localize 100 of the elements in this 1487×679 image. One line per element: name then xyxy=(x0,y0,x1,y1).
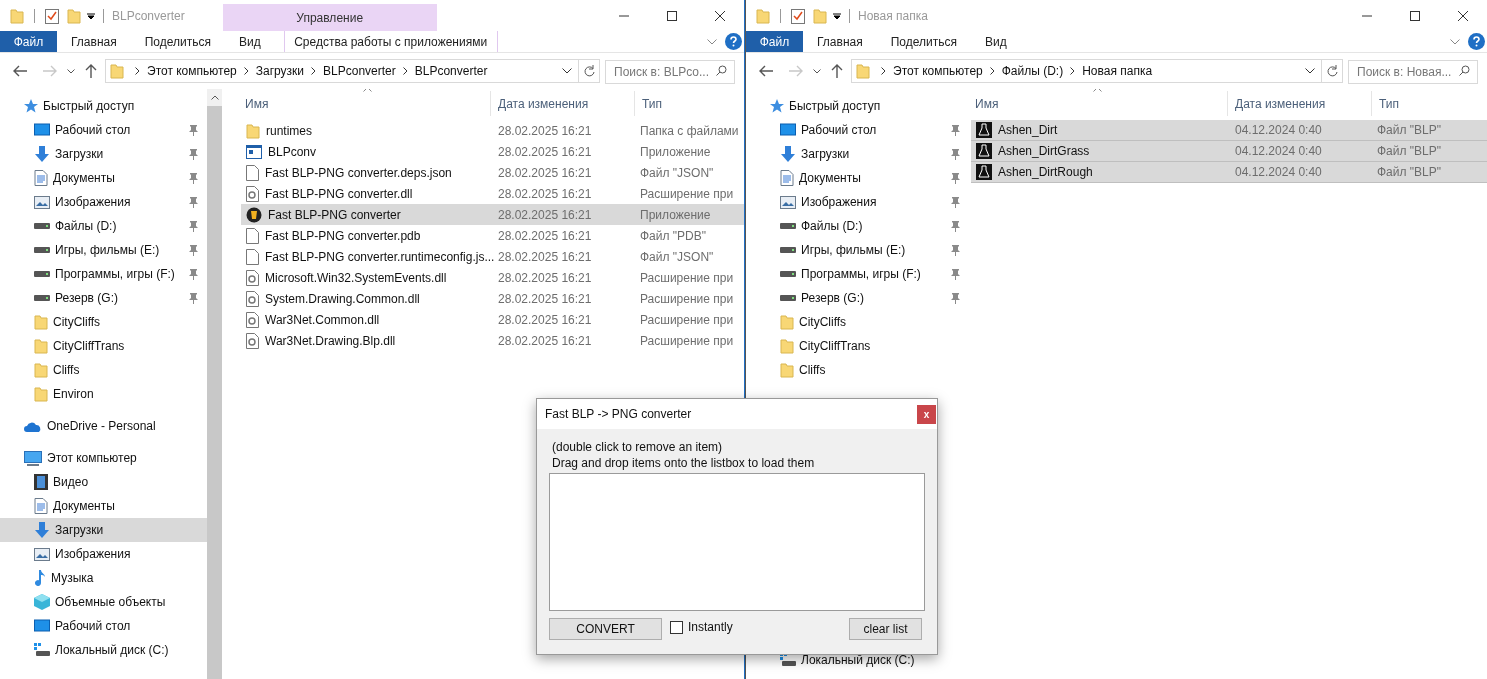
chevron-down-icon[interactable] xyxy=(813,68,821,74)
file-row[interactable]: Ashen_DirtRough 04.12.2024 0:40 Файл "BLP" xyxy=(971,162,1487,183)
address-bar[interactable]: Этот компьютер Файлы (D:) Новая папка xyxy=(851,59,1322,83)
sidebar-item[interactable]: Быстрый доступ xyxy=(0,94,207,118)
maximize-icon[interactable] xyxy=(1409,9,1421,22)
ribbon-tab[interactable]: Вид xyxy=(970,31,1021,52)
sidebar-item[interactable]: Программы, игры (F:) xyxy=(746,262,969,286)
sidebar-item[interactable]: Музыка xyxy=(0,566,207,590)
sidebar-item[interactable]: Быстрый доступ xyxy=(746,94,969,118)
sidebar-item[interactable]: Игры, фильмы (E:) xyxy=(746,238,969,262)
chevron-down-icon[interactable] xyxy=(562,68,572,74)
ribbon-tab[interactable]: Средства работы с приложениями xyxy=(283,31,498,52)
sidebar-item[interactable]: Рабочий стол xyxy=(0,614,207,638)
help-icon[interactable] xyxy=(725,33,742,50)
sidebar-item[interactable]: CityCliffs xyxy=(746,310,969,334)
help-icon[interactable] xyxy=(1468,33,1485,50)
music-note-icon xyxy=(34,570,46,586)
back-arrow-icon[interactable] xyxy=(13,65,27,77)
breadcrumb-item[interactable]: Файлы (D:) xyxy=(1001,62,1064,80)
breadcrumb-item[interactable]: BLPconverter xyxy=(414,62,488,80)
sidebar-item[interactable]: Изображения xyxy=(0,190,207,214)
sidebar-item[interactable]: Игры, фильмы (E:) xyxy=(0,238,207,262)
file-row[interactable]: Fast BLP-PNG converter.runtimeconfig.js... 28.02.2025 16:21 Файл "JSON" xyxy=(241,246,744,267)
file-row[interactable]: Fast BLP-PNG converter.deps.json 28.02.2025 16:21 Файл "JSON" xyxy=(241,162,744,183)
sidebar-item[interactable]: Файлы (D:) xyxy=(746,214,969,238)
column-header[interactable]: Имя xyxy=(241,91,491,116)
column-header[interactable]: Дата изменения xyxy=(491,91,635,116)
back-arrow-icon[interactable] xyxy=(759,65,773,77)
convert-button[interactable]: CONVERT xyxy=(549,618,662,640)
sidebar-item[interactable]: CityCliffs xyxy=(0,310,207,334)
sidebar-item[interactable]: Видео xyxy=(0,470,207,494)
file-row[interactable]: Ashen_Dirt 04.12.2024 0:40 Файл "BLP" xyxy=(971,120,1487,141)
ribbon-tab[interactable]: Вид xyxy=(224,31,275,52)
sidebar-item[interactable]: CityCliffTrans xyxy=(746,334,969,358)
file-row[interactable]: runtimes 28.02.2025 16:21 Папка с файлами xyxy=(241,120,744,141)
search-field[interactable]: Поиск в: BLPco... xyxy=(605,60,735,84)
ribbon-tab[interactable]: Поделиться xyxy=(876,31,971,52)
up-arrow-icon[interactable] xyxy=(831,64,843,78)
scroll-up-icon[interactable] xyxy=(210,95,219,100)
sidebar-item[interactable]: Рабочий стол xyxy=(0,118,207,142)
sidebar-item[interactable]: Документы xyxy=(0,494,207,518)
sidebar-item[interactable]: Документы xyxy=(0,166,207,190)
chevron-down-icon[interactable] xyxy=(67,68,75,74)
sidebar-item[interactable]: Загрузки xyxy=(0,142,207,166)
up-arrow-icon[interactable] xyxy=(85,64,97,78)
sidebar-item[interactable]: Рабочий стол xyxy=(746,118,969,142)
breadcrumb-item[interactable]: BLPconverter xyxy=(323,62,396,80)
properties-icon[interactable] xyxy=(45,7,59,24)
file-row[interactable]: Fast BLP-PNG converter.pdb 28.02.2025 16:21 Файл "PDB" xyxy=(241,225,744,246)
breadcrumb-item[interactable]: Новая папка xyxy=(1082,62,1153,80)
file-row[interactable]: System.Drawing.Common.dll 28.02.2025 16:21 Расширение при xyxy=(241,288,744,309)
file-row[interactable]: Fast BLP-PNG converter 28.02.2025 16:21 Приложение xyxy=(241,204,744,225)
sidebar-item[interactable]: Cliffs xyxy=(746,358,969,382)
sidebar-item[interactable]: Этот компьютер xyxy=(0,446,207,470)
sidebar-item[interactable]: Файлы (D:) xyxy=(0,214,207,238)
close-icon[interactable] xyxy=(714,9,726,22)
chevron-down-icon[interactable] xyxy=(1305,68,1315,74)
sidebar-item[interactable]: Изображения xyxy=(746,190,969,214)
sidebar-item[interactable]: Загрузки xyxy=(746,142,969,166)
maximize-icon[interactable] xyxy=(666,9,678,22)
close-button[interactable]: x xyxy=(917,404,936,424)
ribbon-tab[interactable]: Поделиться xyxy=(130,31,225,52)
checkbox[interactable] xyxy=(670,620,683,634)
sidebar-item[interactable]: Документы xyxy=(746,166,969,190)
column-header[interactable]: Дата изменения xyxy=(1228,91,1372,116)
breadcrumb-item[interactable]: Этот компьютер xyxy=(147,62,237,80)
sidebar-item[interactable]: CityCliffTrans xyxy=(0,334,207,358)
sidebar-item[interactable]: OneDrive - Personal xyxy=(0,414,207,438)
ribbon-tab[interactable]: Главная xyxy=(57,31,131,52)
sidebar-item[interactable]: Cliffs xyxy=(0,358,207,382)
file-row[interactable]: Fast BLP-PNG converter.dll 28.02.2025 16:21 Расширение при xyxy=(241,183,744,204)
sidebar-item[interactable]: Объемные объекты xyxy=(0,590,207,614)
file-row[interactable]: Ashen_DirtGrass 04.12.2024 0:40 Файл "BLP" xyxy=(971,141,1487,162)
column-header[interactable]: Тип xyxy=(1372,91,1487,116)
ribbon-tab[interactable]: Файл xyxy=(0,31,57,52)
close-icon[interactable] xyxy=(1457,9,1469,22)
column-header[interactable]: Имя xyxy=(971,91,1228,116)
clear-list-button[interactable]: clear list xyxy=(849,618,922,640)
file-row[interactable]: War3Net.Common.dll 28.02.2025 16:21 Расширение при xyxy=(241,309,744,330)
search-field[interactable]: Поиск в: Новая... xyxy=(1348,60,1478,84)
file-row[interactable]: BLPconv 28.02.2025 16:21 Приложение xyxy=(241,141,744,162)
file-row[interactable]: Microsoft.Win32.SystemEvents.dll 28.02.2025 16:21 Расширение при xyxy=(241,267,744,288)
breadcrumb-item[interactable]: Загрузки xyxy=(255,62,305,80)
sidebar-item[interactable]: Environ xyxy=(0,382,207,406)
sidebar-item[interactable]: Резерв (G:) xyxy=(0,286,207,310)
address-bar[interactable]: Этот компьютер Загрузки BLPconverter BLPconverter xyxy=(105,59,579,83)
file-row[interactable]: War3Net.Drawing.Blp.dll 28.02.2025 16:21 Расширение при xyxy=(241,330,744,351)
refresh-button[interactable] xyxy=(1322,59,1343,83)
breadcrumb-item[interactable]: Этот компьютер xyxy=(893,62,983,80)
dropdown-caret-icon[interactable] xyxy=(833,11,841,20)
dropdown-caret-icon[interactable] xyxy=(87,11,95,20)
ribbon-tab[interactable]: Главная xyxy=(803,31,877,52)
column-header[interactable]: Тип xyxy=(635,91,744,116)
sidebar-item[interactable]: Резерв (G:) xyxy=(746,286,969,310)
refresh-button[interactable] xyxy=(579,59,600,83)
sidebar-item[interactable]: Изображения xyxy=(0,542,207,566)
properties-icon[interactable] xyxy=(791,7,805,24)
sidebar-item[interactable]: Локальный диск (C:) xyxy=(0,638,207,662)
sidebar-item[interactable]: Программы, игры (F:) xyxy=(0,262,207,286)
sidebar-item[interactable]: Загрузки xyxy=(0,518,207,542)
